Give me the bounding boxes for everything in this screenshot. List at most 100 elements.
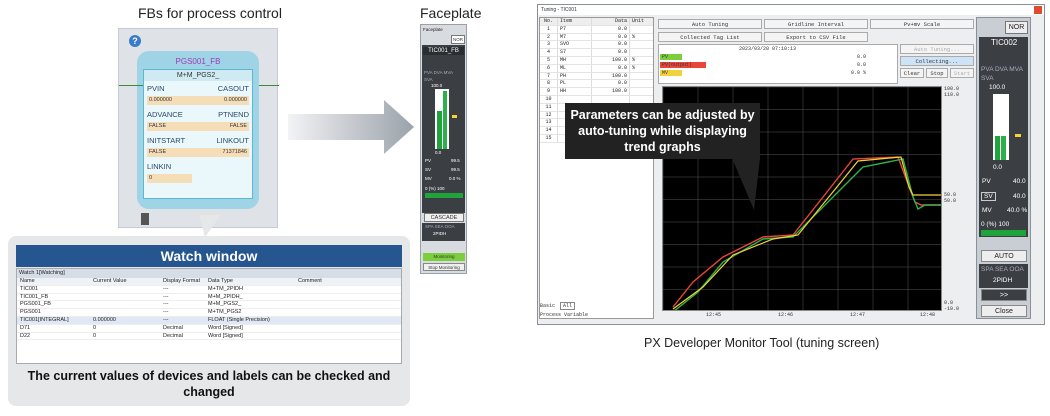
- stop-button[interactable]: Stop: [926, 68, 948, 78]
- process-variable-label: Process Variable: [540, 312, 589, 318]
- tic002-pv-label: PV: [982, 178, 991, 185]
- legend-row[interactable]: PV(output) 0.0: [660, 62, 896, 68]
- parameter-row[interactable]: 6 ML 0.0%: [540, 64, 653, 73]
- y-axis-top: 100.0 110.0: [944, 86, 960, 98]
- auto-tuning-restart-button[interactable]: Auto Tuning...: [900, 44, 974, 54]
- fb-block[interactable]: PGS001_FB M+M_PGS2_ PVIN CASOUT 0.000000 0…: [137, 51, 259, 209]
- tic002-tag: TIC002: [991, 38, 1018, 47]
- pv-bar: [437, 111, 442, 149]
- trend-line-red: [672, 156, 941, 308]
- mv-marker: [452, 115, 457, 118]
- tic002-mv-value: 40.0 %: [1007, 207, 1028, 214]
- faceplate-caption: Faceplate: [420, 5, 482, 21]
- legend-row[interactable]: MV 0.0 %: [660, 70, 896, 76]
- connector-line: [119, 85, 143, 86]
- x-tick: 12:46: [778, 312, 794, 318]
- close-button[interactable]: Close: [981, 305, 1027, 317]
- watch-row[interactable]: PGS001 --- M+TM_PGS2: [17, 309, 401, 317]
- callout-box: Parameters can be adjusted by auto-tunin…: [565, 103, 760, 159]
- parameter-row[interactable]: 4 S7 0.0: [540, 49, 653, 57]
- auto-tuning-button[interactable]: Auto Tuning: [658, 19, 762, 29]
- watch-row[interactable]: D71 0 Decimal Word [Signed]: [17, 325, 401, 333]
- fb-pin-values[interactable]: 0: [147, 174, 192, 183]
- watch-row[interactable]: TIC001 --- M+TM_2PIDH: [17, 286, 401, 294]
- fb-pin-row: LINKIN: [147, 162, 172, 171]
- parameter-table: No. Item Data Unit 1 P7 0.0 2 M7 0.0% 3 SVO 0.0 4 S7 0…: [539, 17, 654, 319]
- monitoring-status: Monitoring: [423, 253, 465, 261]
- tic002-modes: PVA DVA MVA: [981, 66, 1023, 73]
- y-axis-mid: 50.0 50.0: [944, 192, 957, 204]
- percent-scale: 0 (%) 100: [425, 186, 445, 191]
- parameter-row[interactable]: 3 SVO 0.0: [540, 41, 653, 50]
- faceplate-modes: PVA DVA MVA: [424, 70, 454, 75]
- cascade-button[interactable]: CASCADE: [424, 213, 464, 222]
- all-select[interactable]: All: [560, 302, 576, 310]
- faceplate-tag: TIC001_FB: [423, 47, 464, 55]
- faceplate-window: Faceplate NOR TIC001_FB PVA DVA MVA SVA …: [420, 24, 467, 274]
- start-button[interactable]: Start: [950, 68, 974, 78]
- watch-row[interactable]: D22 0 Decimal Word [Signed]: [17, 333, 401, 341]
- tool-caption: PX Developer Monitor Tool (tuning screen…: [644, 336, 880, 350]
- y-axis-bottom: 0.0 -10.0: [944, 300, 960, 312]
- pvmv-scale-button[interactable]: Pv+mv Scale: [870, 19, 974, 29]
- trend-line-yellow: [672, 156, 941, 310]
- tic002-sv-value: 40.0: [1013, 193, 1026, 200]
- collecting-status: Collecting...: [900, 56, 974, 66]
- legend-row[interactable]: PV 0.0: [660, 54, 896, 60]
- clear-button[interactable]: Clear: [900, 68, 924, 78]
- collected-tag-list-button[interactable]: Collected Tag List: [658, 32, 762, 42]
- faceplate-title: Faceplate: [423, 27, 443, 32]
- parameter-row[interactable]: 5 MH 100.0%: [540, 56, 653, 65]
- watch-tab-title[interactable]: Watch 1[Watching]: [17, 269, 401, 278]
- tic002-mv-label[interactable]: MV: [982, 207, 992, 214]
- export-csv-button[interactable]: Export to CSV File: [764, 32, 868, 42]
- help-icon[interactable]: ?: [129, 35, 141, 47]
- tic002-mv-marker: [1015, 134, 1021, 137]
- flow-arrow: [288, 100, 414, 154]
- tic002-sv-bar: [1001, 136, 1006, 160]
- auto-button[interactable]: AUTO: [981, 250, 1027, 262]
- parameter-row[interactable]: 7 PH 100.0: [540, 72, 653, 81]
- faceplate-sva: SVA: [424, 77, 433, 82]
- more-button[interactable]: >>: [981, 289, 1027, 301]
- parameter-row[interactable]: 1 P7 0.0: [540, 25, 653, 34]
- spa-labels: SPA SEA OOA: [425, 224, 455, 229]
- watch-row[interactable]: PGS001_FB --- M+M_PGS2_: [17, 301, 401, 310]
- watch-row[interactable]: TIC001_FB --- M+M_2PIDH_: [17, 294, 401, 302]
- fb-pin-values[interactable]: FALSE 71371846: [147, 148, 249, 157]
- connector-line: [259, 85, 279, 86]
- fb-editor-panel: ? PGS001_FB M+M_PGS2_ PVIN CASOUT 0.00000…: [118, 28, 279, 228]
- fb-instance-name: PGS001_FB: [175, 57, 221, 66]
- faceplate-scale-zero: 0.0: [435, 150, 442, 155]
- datetime: 2023/03/20 07:10:13: [739, 46, 797, 52]
- fb-pin-row: ADVANCE PTNEND: [147, 110, 249, 119]
- x-tick: 12:47: [850, 312, 866, 318]
- device-icon: [141, 213, 149, 225]
- fb-pin-values[interactable]: FALSE FALSE: [147, 122, 249, 131]
- fb-pin-row: INITSTART LINKOUT: [147, 136, 249, 145]
- gridline-interval-button[interactable]: Gridline Interval: [764, 19, 868, 29]
- fb-pin-values[interactable]: 0.000000 0.000000: [147, 96, 249, 105]
- sv-label[interactable]: SV: [425, 167, 431, 172]
- parameter-row[interactable]: 2 M7 0.0%: [540, 33, 653, 42]
- tic002-pv-value: 40.0: [1013, 178, 1026, 185]
- watch-row[interactable]: TIC001[INTEGRAL] 0.000000 --- FLOAT (Single…: [17, 316, 401, 325]
- stop-monitoring-button[interactable]: Stop Monitoring: [423, 263, 465, 271]
- tic002-pidh: 2PIDH: [993, 277, 1013, 284]
- parameter-row[interactable]: 8 PL 0.0: [540, 80, 653, 89]
- nor-badge: NOR: [1005, 21, 1028, 34]
- x-tick: 12:45: [706, 312, 722, 318]
- tic002-mv-scale: [981, 230, 1026, 236]
- close-icon[interactable]: [1034, 6, 1042, 14]
- pv-value: 99.5: [451, 158, 460, 163]
- sv-bar: [443, 91, 447, 149]
- watch-description: The current values of devices and labels…: [27, 369, 391, 399]
- mv-label[interactable]: MV: [425, 176, 432, 181]
- parameter-row[interactable]: 9 HH 100.0: [540, 88, 653, 96]
- tic002-sva: SVA: [981, 75, 994, 82]
- watch-table: Watch 1[Watching] Name Current Value Displ…: [16, 268, 402, 364]
- mv-scale-bar: [425, 193, 463, 198]
- tic002-sv-button[interactable]: SV: [981, 192, 996, 201]
- basic-label: Basic: [540, 303, 556, 309]
- parameter-table-header: No. Item Data Unit: [540, 18, 653, 26]
